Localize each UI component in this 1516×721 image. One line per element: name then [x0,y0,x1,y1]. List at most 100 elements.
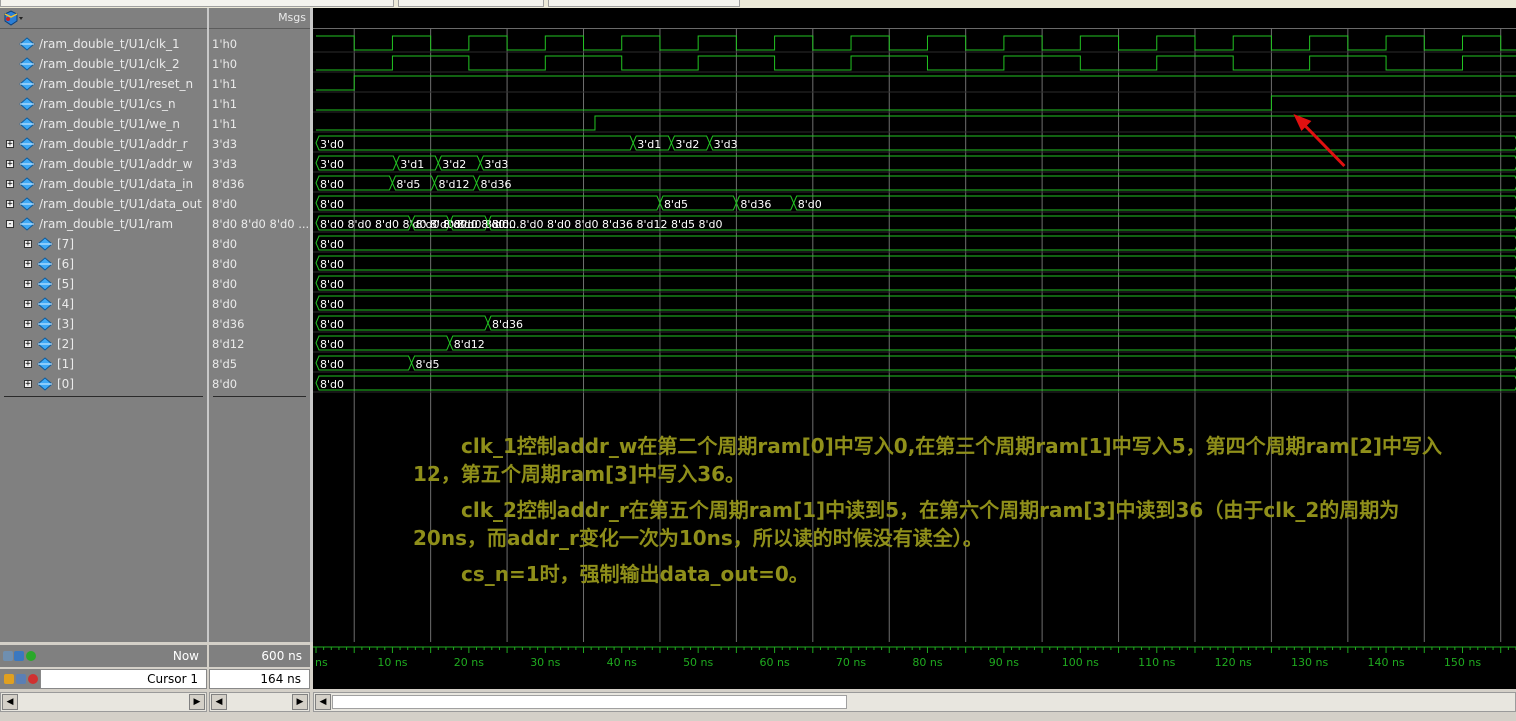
signal-name: [7] [57,237,74,251]
axis-label: 80 ns [912,656,942,669]
signal-icon [19,97,35,111]
expand-toggle[interactable]: + [24,240,32,249]
annotation-text: clk_1控制addr_w在第二个周期ram[0]中写入0,在第三个周期ram[… [413,432,1443,596]
signal-row[interactable]: + [3] [0,314,207,334]
signal-name: [0] [57,377,74,391]
expand-toggle[interactable]: + [24,280,32,289]
expand-toggle[interactable]: + [24,300,32,309]
screen-icon[interactable] [14,651,24,661]
now-value: 600 ns [261,649,302,663]
axis-label: 150 ns [1444,656,1481,669]
signal-icon [37,257,53,271]
expand-toggle[interactable]: + [24,380,32,389]
bus-value-label: 8'd0 [320,358,344,371]
signal-row[interactable]: + [5] [0,274,207,294]
time-axis-canvas: ns 10 ns 20 ns 30 ns 40 ns 50 ns 60 ns 70 ns 80 … [313,646,1516,669]
expand-toggle[interactable]: + [6,140,14,149]
toolbar-segment [548,0,740,7]
signal-row[interactable]: /ram_double_t/U1/clk_1 [0,34,207,54]
wave-menu-icon[interactable] [2,10,24,26]
signal-row[interactable]: + [1] [0,354,207,374]
signal-row[interactable]: + [7] [0,234,207,254]
bus-segment [315,195,661,211]
bus-value-label: 8'd36 [492,318,523,331]
bus-value-label: 3'd1 [637,138,661,151]
cursor-value-cell[interactable]: 164 ns [209,669,310,689]
expand-toggle[interactable]: + [24,260,32,269]
signal-name: /ram_double_t/U1/data_in [39,177,194,191]
signal-value: 8'd0 [212,237,238,251]
signal-row[interactable]: + /ram_double_t/U1/data_out [0,194,207,214]
signal-value: 8'd0 [212,277,238,291]
bus-segment [315,295,1516,311]
axis-label: 20 ns [454,656,484,669]
axis-label: 70 ns [836,656,866,669]
scroll-right-button[interactable]: ▶ [292,694,308,710]
expand-toggle[interactable]: + [6,200,14,209]
signal-row[interactable]: + [0] [0,374,207,394]
scroll-left-button[interactable]: ◀ [2,694,18,710]
cursor-track[interactable] [313,669,1516,689]
signal-row[interactable]: + /ram_double_t/U1/addr_w [0,154,207,174]
scroll-left-button[interactable]: ◀ [211,694,227,710]
expand-toggle[interactable]: + [6,160,14,169]
scroll-left-button[interactable]: ◀ [315,694,331,710]
expand-toggle[interactable]: + [6,180,14,189]
signal-row[interactable]: /ram_double_t/U1/clk_2 [0,54,207,74]
waveform-addr_r: 3'd0 3'd1 3'd2 3'd3 [315,135,1516,151]
waveform-clk_1 [316,35,1516,51]
scrollbar-thumb[interactable] [332,695,847,709]
signal-name: [4] [57,297,74,311]
signal-row[interactable]: + [6] [0,254,207,274]
axis-label: 50 ns [683,656,713,669]
collapse-toggle[interactable]: - [6,220,14,229]
signal-name: /ram_double_t/U1/clk_1 [39,37,180,51]
signal-icon [19,77,35,91]
bus-value-label: 8'd5 [664,198,688,211]
scroll-right-button[interactable]: ▶ [189,694,205,710]
waveform-ram7: 8'd0 [315,235,1516,251]
waveform-reset_n [316,75,1516,91]
bus-value-label: 8'd5 [416,358,440,371]
signal-row[interactable]: /ram_double_t/U1/we_n [0,114,207,134]
toolbar-segment [0,0,394,7]
cursor-name-cell[interactable]: Cursor 1 [40,669,207,689]
annotation-paragraph-3: cs_n=1时，强制输出data_out=0。 [461,562,809,586]
zoom-icon[interactable] [3,651,13,661]
waveform-scrollbar[interactable]: ◀ [313,692,1516,712]
expand-toggle[interactable]: + [24,360,32,369]
bus-value-label: 8'd0 [320,378,344,391]
value-pane-scrollbar[interactable]: ◀ ▶ [209,692,310,712]
lock-icon[interactable] [4,674,14,684]
bus-segment [479,155,1516,171]
signal-row[interactable]: + [2] [0,334,207,354]
signal-row[interactable]: + [4] [0,294,207,314]
bus-value-label: 3'd2 [442,158,466,171]
bus-value-label: 8'd12 [438,178,469,191]
signal-row[interactable]: /ram_double_t/U1/reset_n [0,74,207,94]
bus-segment [709,135,1516,151]
signal-icon [19,157,35,171]
bus-value-label: 8'd0 8'd0 8'd0 8'd0 8'd36 8'd12 8'd5 8'd… [492,218,723,231]
delete-cursor-icon[interactable] [28,674,38,684]
bus-value-label: 3'd3 [714,138,738,151]
bus-segment [475,175,1516,191]
edit-cursor-icon[interactable] [16,674,26,684]
signal-icon [19,57,35,71]
waveform-ram4: 8'd0 [315,295,1516,311]
waveform-pane[interactable]: 3'd0 3'd1 3'd2 3'd3 3'd0 3'd1 3'd2 3'd3 8'd0 8'd5… [313,8,1516,642]
expand-toggle[interactable]: + [24,340,32,349]
signal-row[interactable]: - /ram_double_t/U1/ram [0,214,207,234]
add-cursor-icon[interactable] [26,651,36,661]
name-pane-scrollbar[interactable]: ◀ ▶ [0,692,207,712]
signal-row[interactable]: + /ram_double_t/U1/data_in [0,174,207,194]
msgs-label: Msgs [278,11,306,24]
signal-row[interactable]: /ram_double_t/U1/cs_n [0,94,207,114]
signal-row[interactable]: + /ram_double_t/U1/addr_r [0,134,207,154]
waveform-clk_2 [316,55,1516,71]
bus-value-label: 8'd0 [320,198,344,211]
expand-toggle[interactable]: + [24,320,32,329]
bus-value-label: 8'd36 [481,178,512,191]
signal-value: 8'd36 [212,177,245,191]
axis-label: 10 ns [377,656,407,669]
